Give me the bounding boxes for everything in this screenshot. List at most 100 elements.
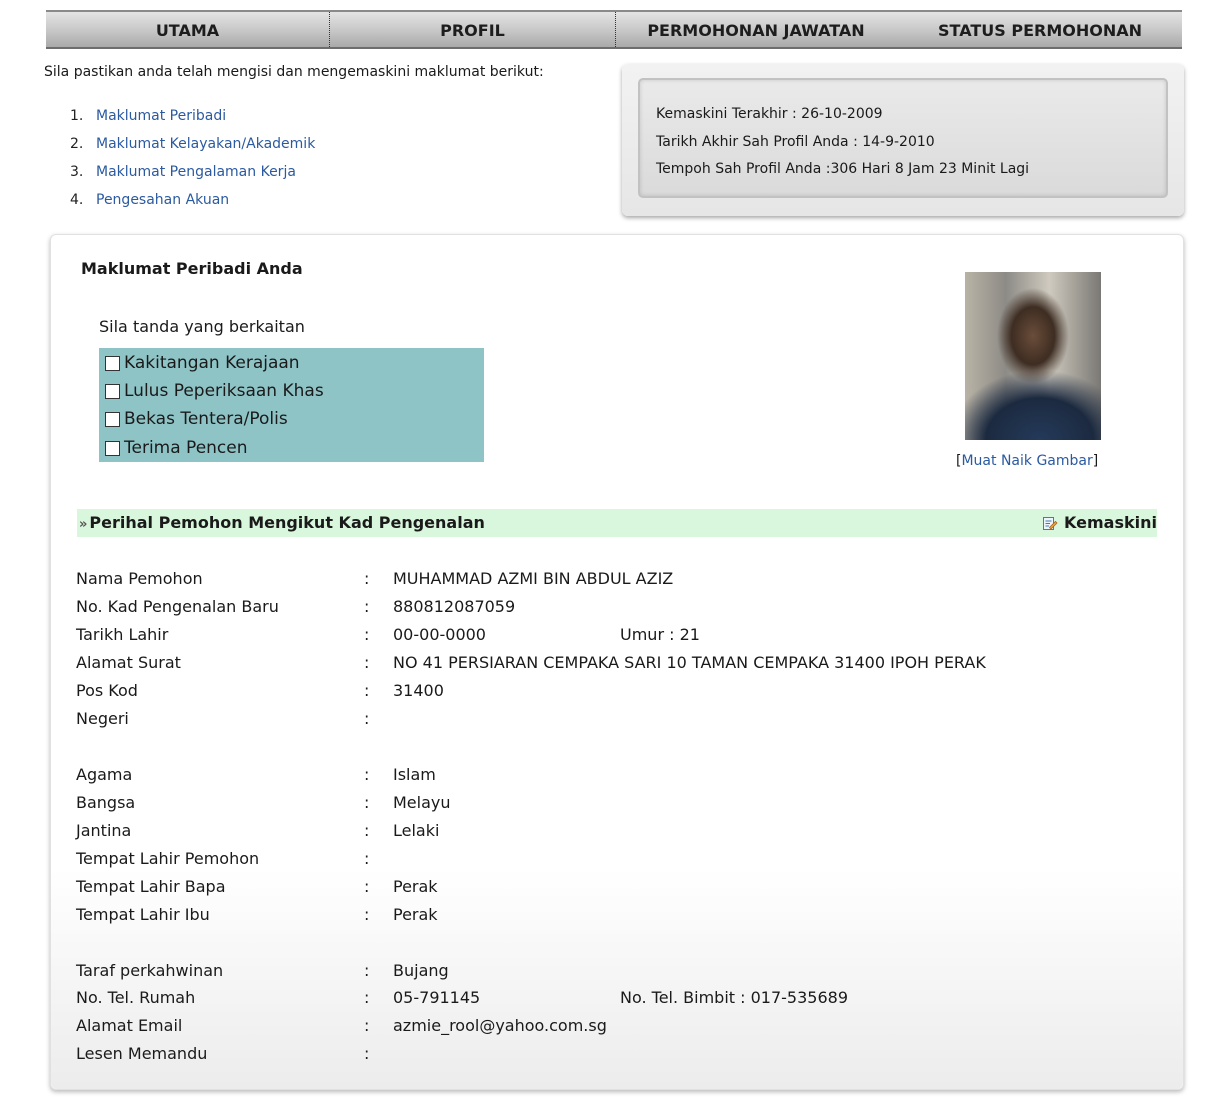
- detail-colon: :: [364, 961, 370, 980]
- detail-label: Agama: [76, 765, 133, 784]
- detail-label: Pos Kod: [76, 681, 138, 700]
- detail-value: azmie_rool@yahoo.com.sg: [393, 1016, 607, 1035]
- detail-colon: :: [364, 569, 370, 588]
- detail-label: Nama Pemohon: [76, 569, 203, 588]
- detail-row-jantina: Jantina: Lelaki: [76, 818, 1136, 844]
- step-link-maklumat-peribadi[interactable]: Maklumat Peribadi: [96, 108, 226, 124]
- detail-row-alamat: Alamat Surat: NO 41 PERSIARAN CEMPAKA SAR…: [76, 650, 1136, 676]
- nav-utama[interactable]: UTAMA: [46, 12, 329, 47]
- detail-row-email: Alamat Email: azmie_rool@yahoo.com.sg: [76, 1013, 1136, 1039]
- valid-until-text: Tarikh Akhir Sah Profil Anda : 14-9-2010: [656, 134, 935, 150]
- detail-row-lesen: Lesen Memandu:: [76, 1041, 1136, 1067]
- detail-label: Tempat Lahir Bapa: [76, 877, 226, 896]
- detail-value: Perak: [393, 905, 438, 924]
- nav-status-permohonan[interactable]: STATUS PERMOHONAN: [898, 12, 1182, 47]
- section-title: Maklumat Peribadi Anda: [81, 259, 303, 278]
- upload-photo-wrapper: [Muat Naik Gambar]: [956, 453, 1098, 469]
- detail-colon: :: [364, 597, 370, 616]
- checkbox-bekas-tentera-polis[interactable]: [105, 411, 120, 427]
- profile-validity-inner: Kemaskini Terakhir : 26-10-2009 Tarikh A…: [638, 78, 1168, 198]
- detail-colon: :: [364, 821, 370, 840]
- detail-value: 00-00-0000: [393, 625, 486, 644]
- detail-colon: :: [364, 877, 370, 896]
- edit-button[interactable]: Kemaskini: [1042, 509, 1157, 537]
- detail-row-tempat-lahir: Tempat Lahir Pemohon:: [76, 846, 1136, 872]
- step-link-pengesahan-akuan[interactable]: Pengesahan Akuan: [96, 192, 229, 208]
- detail-colon: :: [364, 681, 370, 700]
- step-number: 3.: [70, 164, 84, 180]
- checkbox-row-terima-pencen[interactable]: Terima Pencen: [105, 434, 248, 462]
- detail-value: Islam: [393, 765, 436, 784]
- detail-colon: :: [364, 793, 370, 812]
- section-header-title: Perihal Pemohon Mengikut Kad Pengenalan: [89, 513, 485, 532]
- step-number: 4.: [70, 192, 84, 208]
- remaining-time-text: Tempoh Sah Profil Anda :306 Hari 8 Jam 2…: [656, 161, 1030, 177]
- age-text: Umur : 21: [620, 625, 700, 644]
- detail-label: Tempat Lahir Ibu: [76, 905, 210, 924]
- detail-row-tempat-lahir-bapa: Tempat Lahir Bapa: Perak: [76, 874, 1136, 900]
- detail-row-tempat-lahir-ibu: Tempat Lahir Ibu: Perak: [76, 902, 1136, 928]
- checkbox-row-kakitangan-kerajaan[interactable]: Kakitangan Kerajaan: [105, 349, 300, 377]
- detail-colon: :: [364, 849, 370, 868]
- detail-row-tel-rumah: No. Tel. Rumah: 05-791145 No. Tel. Bimbit …: [76, 985, 1136, 1011]
- detail-row-negeri: Negeri:: [76, 706, 1136, 732]
- detail-row-taraf-perkahwinan: Taraf perkahwinan: Bujang: [76, 958, 1136, 984]
- detail-label: Bangsa: [76, 793, 136, 812]
- last-update-text: Kemaskini Terakhir : 26-10-2009: [656, 106, 883, 122]
- detail-colon: :: [364, 653, 370, 672]
- detail-value: Lelaki: [393, 821, 440, 840]
- checkbox-kakitangan-kerajaan[interactable]: [105, 355, 120, 371]
- checkbox-label: Kakitangan Kerajaan: [124, 353, 300, 373]
- mark-prompt: Sila tanda yang berkaitan: [99, 317, 305, 336]
- detail-label: No. Tel. Rumah: [76, 988, 196, 1007]
- detail-value: NO 41 PERSIARAN CEMPAKA SARI 10 TAMAN CE…: [393, 653, 986, 672]
- detail-label: Alamat Email: [76, 1016, 183, 1035]
- step-item: 3. Maklumat Pengalaman Kerja: [70, 162, 315, 190]
- detail-label: Taraf perkahwinan: [76, 961, 224, 980]
- detail-value: MUHAMMAD AZMI BIN ABDUL AZIZ: [393, 569, 674, 588]
- checkbox-terima-pencen[interactable]: [105, 440, 120, 456]
- checkbox-label: Lulus Peperiksaan Khas: [124, 381, 324, 401]
- detail-label: Negeri: [76, 709, 129, 728]
- detail-value: 31400: [393, 681, 444, 700]
- section-marker: »: [79, 517, 88, 532]
- detail-row-agama: Agama: Islam: [76, 762, 1136, 788]
- detail-colon: :: [364, 1016, 370, 1035]
- checkbox-row-lulus-peperiksaan-khas[interactable]: Lulus Peperiksaan Khas: [105, 377, 324, 405]
- detail-label: Jantina: [76, 821, 132, 840]
- step-number: 1.: [70, 108, 84, 124]
- checkbox-label: Terima Pencen: [124, 438, 248, 458]
- detail-value: Melayu: [393, 793, 451, 812]
- edit-icon: [1043, 517, 1058, 530]
- step-item: 1. Maklumat Peribadi: [70, 106, 315, 134]
- detail-colon: :: [364, 765, 370, 784]
- detail-value: 05-791145: [393, 988, 481, 1007]
- detail-value: 880812087059: [393, 597, 516, 616]
- steps-list: 1. Maklumat Peribadi 2. Maklumat Kelayakan…: [70, 106, 315, 218]
- nav-permohonan-jawatan[interactable]: PERMOHONAN JAWATAN: [614, 12, 898, 47]
- step-link-maklumat-kelayakan[interactable]: Maklumat Kelayakan/Akademik: [96, 136, 315, 152]
- step-link-maklumat-pengalaman[interactable]: Maklumat Pengalaman Kerja: [96, 164, 296, 180]
- step-item: 2. Maklumat Kelayakan/Akademik: [70, 134, 315, 162]
- checkbox-lulus-peperiksaan-khas[interactable]: [105, 383, 120, 399]
- main-nav: UTAMA PROFIL PERMOHONAN JAWATAN STATUS P…: [46, 10, 1182, 49]
- detail-label: Tarikh Lahir: [76, 625, 169, 644]
- detail-label: Tempat Lahir Pemohon: [76, 849, 260, 868]
- edit-label: Kemaskini: [1064, 513, 1157, 532]
- detail-colon: :: [364, 625, 370, 644]
- detail-label: Alamat Surat: [76, 653, 181, 672]
- checkbox-row-bekas-tentera-polis[interactable]: Bekas Tentera/Polis: [105, 405, 288, 433]
- step-number: 2.: [70, 136, 84, 152]
- detail-row-tarikh-lahir: Tarikh Lahir: 00-00-0000 Umur : 21: [76, 622, 1136, 648]
- profile-validity-box: Kemaskini Terakhir : 26-10-2009 Tarikh A…: [622, 64, 1184, 216]
- detail-colon: :: [364, 1044, 370, 1063]
- detail-colon: :: [364, 905, 370, 924]
- profile-photo: [965, 272, 1101, 440]
- detail-row-bangsa: Bangsa: Melayu: [76, 790, 1136, 816]
- upload-photo-link[interactable]: Muat Naik Gambar: [961, 453, 1092, 469]
- detail-row-ic: No. Kad Pengenalan Baru: 880812087059: [76, 594, 1136, 620]
- detail-colon: :: [364, 709, 370, 728]
- section-header-band: » Perihal Pemohon Mengikut Kad Pengenalan…: [77, 509, 1157, 537]
- step-item: 4. Pengesahan Akuan: [70, 190, 315, 218]
- nav-profil[interactable]: PROFIL: [329, 12, 616, 47]
